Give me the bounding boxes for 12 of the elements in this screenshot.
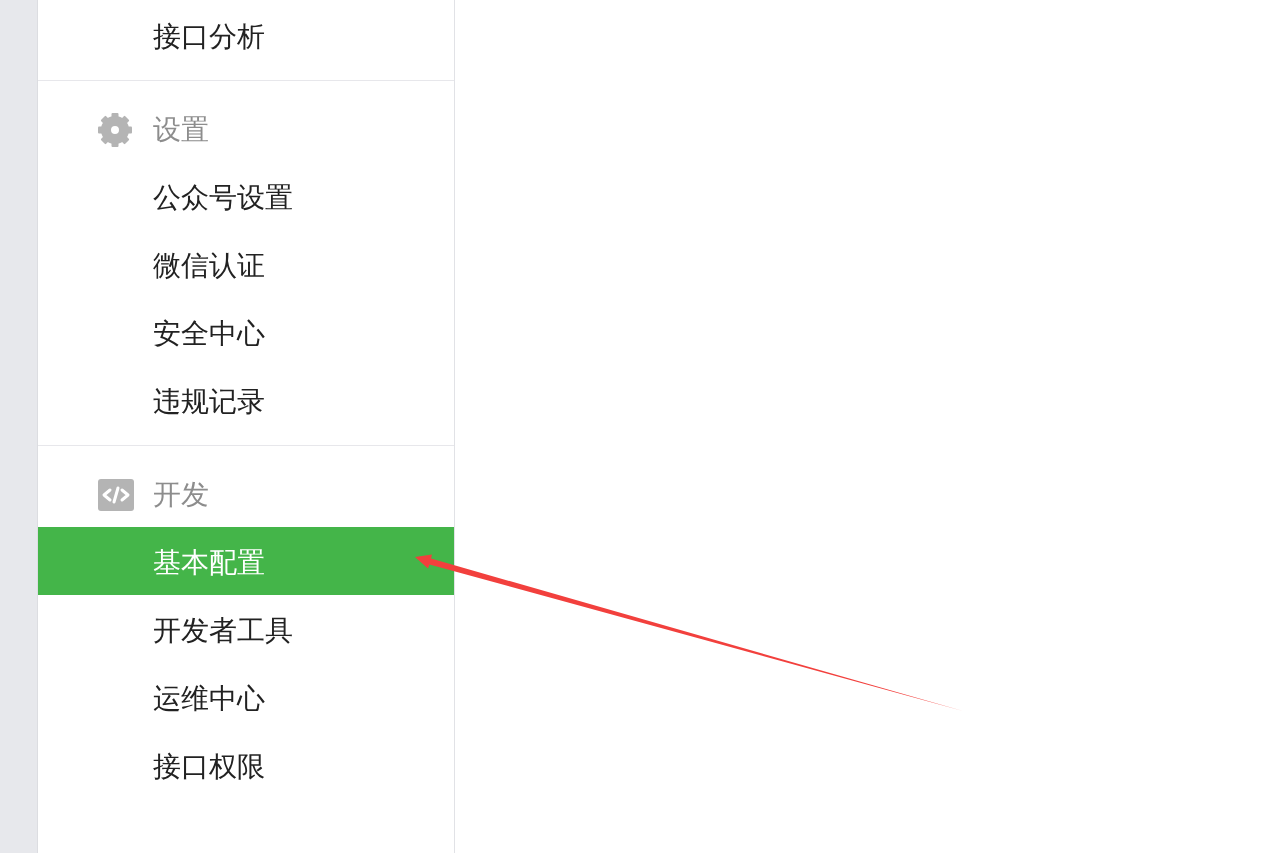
- sidebar-item[interactable]: 接口分析: [38, 1, 454, 69]
- section-title: 开发: [153, 476, 209, 513]
- sidebar-item[interactable]: 安全中心: [38, 298, 454, 366]
- sidebar-item[interactable]: 违规记录: [38, 366, 454, 434]
- sidebar-item[interactable]: 接口权限: [38, 731, 454, 799]
- sidebar-item[interactable]: 公众号设置: [38, 162, 454, 230]
- section-title: 设置: [153, 111, 209, 148]
- sidebar-item[interactable]: 开发者工具: [38, 595, 454, 663]
- sidebar-item[interactable]: 微信认证: [38, 230, 454, 298]
- sidebar-item[interactable]: 运维中心: [38, 663, 454, 731]
- code-icon: [98, 478, 134, 511]
- gear-icon: [98, 112, 132, 147]
